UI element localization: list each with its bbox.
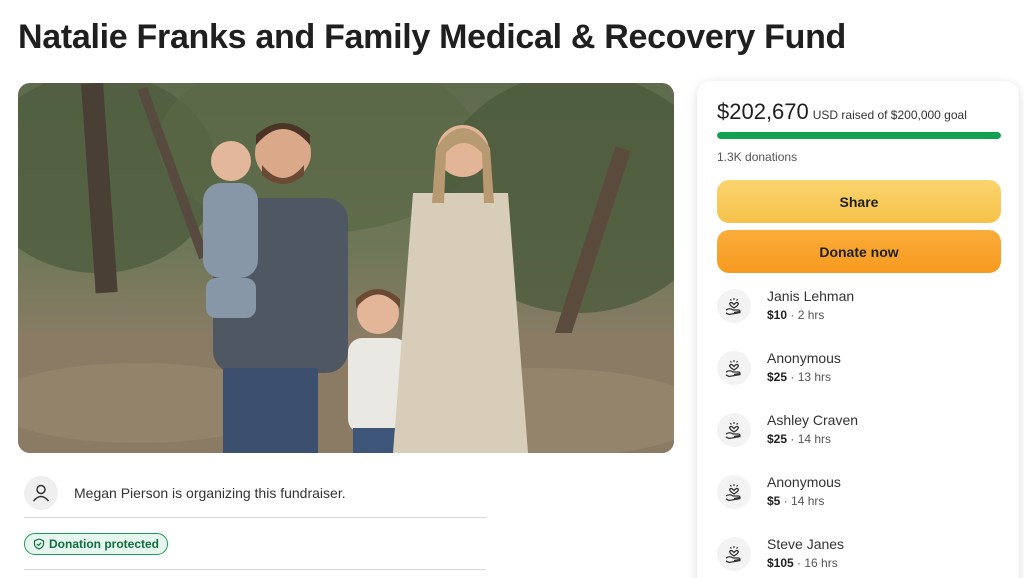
raised-summary: $202,670 USD raised of $200,000 goal: [717, 99, 999, 125]
donation-meta: $25 · 14 hrs: [767, 432, 858, 446]
donation-time: · 13 hrs: [787, 370, 832, 384]
donation-protected-badge[interactable]: Donation protected: [24, 532, 168, 555]
donation-item: Ashley Craven $25 · 14 hrs: [717, 405, 999, 467]
heart-hand-icon: [717, 537, 751, 571]
donation-amount: $25: [767, 432, 788, 446]
protection-row: Donation protected: [24, 518, 486, 570]
donation-meta: $10 · 2 hrs: [767, 308, 854, 322]
donation-amount: $105: [767, 556, 794, 570]
heart-hand-icon: [717, 289, 751, 323]
progress-fill: [717, 132, 1001, 139]
organizer-text: Megan Pierson is organizing this fundrai…: [74, 484, 346, 501]
heart-hand-icon: [717, 351, 751, 385]
donation-amount: $25: [767, 370, 788, 384]
raised-amount: $202,670: [717, 99, 809, 124]
donor-name: Ashley Craven: [767, 412, 859, 428]
donor-name: Steve Janes: [767, 536, 845, 552]
donor-name: Anonymous: [767, 474, 841, 490]
donation-card: $202,670 USD raised of $200,000 goal 1.3…: [697, 81, 1019, 578]
donation-amount: $5: [767, 494, 781, 508]
donation-item: Janis Lehman $10 · 2 hrs: [717, 281, 999, 343]
organizer-row[interactable]: Megan Pierson is organizing this fundrai…: [24, 468, 486, 518]
donation-meta: $25 · 13 hrs: [767, 370, 841, 384]
donation-count: 1.3K donations: [717, 150, 798, 164]
donation-time: · 14 hrs: [780, 494, 825, 508]
page-title: Natalie Franks and Family Medical & Reco…: [18, 18, 847, 56]
donation-item: Steve Janes $105 · 16 hrs: [717, 529, 999, 578]
badge-label: Donation protected: [49, 536, 159, 551]
donation-time: · 16 hrs: [793, 556, 838, 570]
donor-name: Janis Lehman: [767, 288, 855, 304]
shield-icon: [33, 537, 45, 550]
donation-amount: $10: [767, 308, 788, 322]
donation-meta: $5 · 14 hrs: [767, 494, 841, 508]
goal-text: USD raised of $200,000 goal: [812, 108, 967, 122]
heart-hand-icon: [717, 413, 751, 447]
family-photo: [18, 83, 674, 453]
donation-item: Anonymous $5 · 14 hrs: [717, 467, 999, 529]
progress-bar: [717, 132, 1001, 139]
donate-now-button[interactable]: Donate now: [717, 230, 1001, 273]
person-icon: [24, 475, 58, 510]
donor-name: Anonymous: [767, 350, 841, 366]
donation-time: · 14 hrs: [787, 432, 832, 446]
donation-meta: $105 · 16 hrs: [767, 556, 844, 570]
donation-item: Anonymous $25 · 13 hrs: [717, 343, 999, 405]
donation-time: · 2 hrs: [787, 308, 825, 322]
heart-hand-icon: [717, 475, 751, 509]
share-button[interactable]: Share: [717, 180, 1001, 223]
hero-image[interactable]: [18, 83, 674, 453]
recent-donations: Janis Lehman $10 · 2 hrs Anonymous $25 ·…: [717, 281, 999, 578]
